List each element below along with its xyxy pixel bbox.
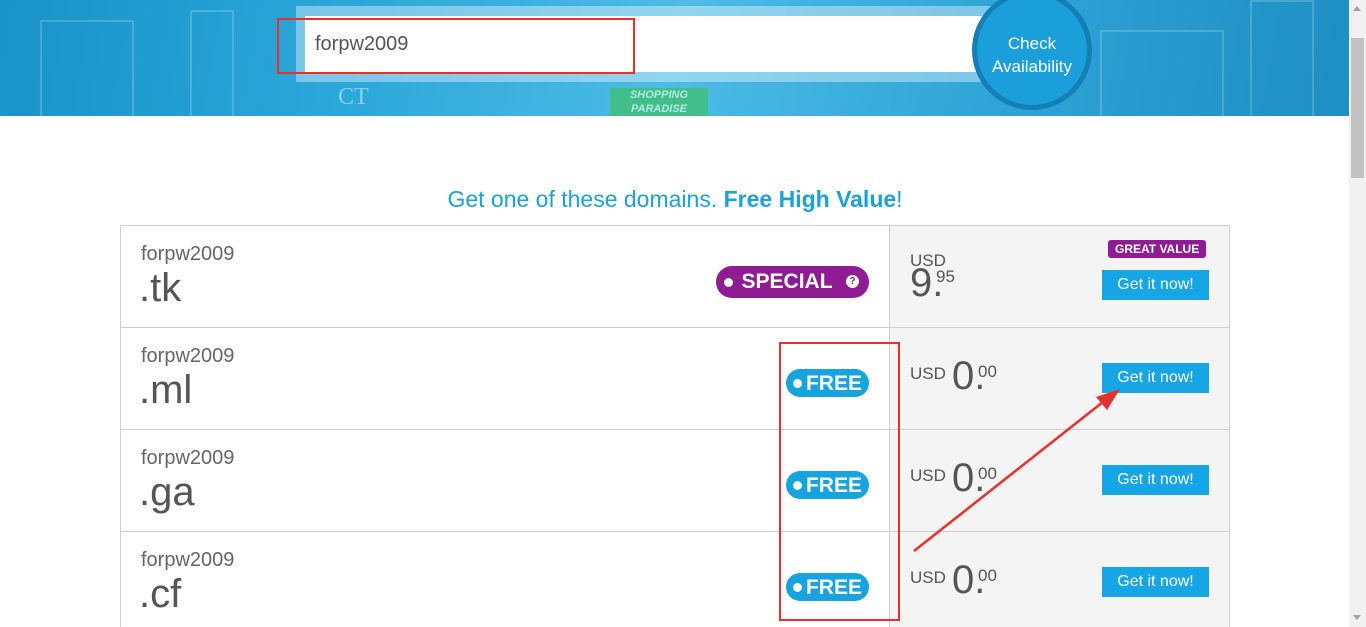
special-badge-label: SPECIAL — [741, 270, 833, 293]
price-currency: USD — [910, 364, 946, 383]
domain-row: forpw2009 .tk SPECIAL ? GREAT VALUE USD … — [120, 226, 1230, 328]
free-badge: FREE — [785, 573, 869, 601]
heading-suffix: ! — [896, 186, 903, 212]
domain-price-cell: GREAT VALUE USD 9. 95 Get it now! — [890, 226, 1229, 327]
domain-row: forpw2009 .ml FREE USD 0. 00 Get it now! — [120, 328, 1230, 430]
scroll-down-arrow-icon[interactable] — [1353, 615, 1361, 620]
heading-highlight: Free High Value — [723, 186, 897, 212]
price-cents: 95 — [936, 267, 955, 286]
domain-price-cell: USD 0. 00 Get it now! — [890, 430, 1229, 531]
free-badge: FREE — [785, 471, 869, 499]
check-button-line2: Availability — [991, 57, 1072, 76]
price-currency: USD — [910, 466, 946, 485]
banner-decoration — [1250, 0, 1314, 116]
free-badge-label: FREE — [805, 576, 862, 599]
domain-info-cell: forpw2009 .tk SPECIAL ? — [121, 226, 890, 327]
dot-icon — [792, 582, 802, 592]
free-badge-label: FREE — [805, 474, 862, 497]
get-it-now-button[interactable]: Get it now! — [1102, 363, 1209, 393]
domain-extension: .ga — [139, 470, 195, 514]
free-badge-label: FREE — [805, 372, 862, 395]
banner-mark: CT — [338, 84, 369, 110]
question-circle-icon[interactable]: ? — [846, 275, 859, 288]
banner-decoration — [190, 10, 234, 116]
domain-info-cell: forpw2009 .ga FREE — [121, 430, 890, 531]
domain-price-cell: USD 0. 00 Get it now! — [890, 532, 1229, 627]
dot-icon — [792, 378, 802, 388]
dot-icon — [792, 480, 802, 490]
domain-name: forpw2009 — [141, 243, 235, 265]
special-badge: SPECIAL ? — [715, 266, 869, 298]
get-it-now-button[interactable]: Get it now! — [1102, 567, 1209, 597]
scrollbar-thumb[interactable] — [1351, 38, 1364, 178]
scroll-up-arrow-icon[interactable] — [1353, 6, 1361, 11]
results-heading: Get one of these domains. Free High Valu… — [120, 186, 1230, 213]
domain-info-cell: forpw2009 .cf FREE — [121, 532, 890, 627]
heading-prefix: Get one of these domains. — [447, 186, 724, 212]
page: CT SHOPPING PARADISE Check Availability … — [0, 0, 1366, 627]
banner-decoration — [1100, 30, 1224, 116]
dot-icon — [723, 277, 733, 287]
domain-extension: .tk — [139, 266, 182, 310]
banner-decoration — [40, 20, 134, 116]
domain-results-table: forpw2009 .tk SPECIAL ? GREAT VALUE USD … — [120, 225, 1230, 627]
free-badge: FREE — [785, 369, 869, 397]
price-currency: USD — [910, 568, 946, 587]
check-button-line1: Check — [1007, 34, 1057, 53]
domain-row: forpw2009 .cf FREE USD 0. 00 Get it now! — [120, 532, 1230, 627]
domain-row: forpw2009 .ga FREE USD 0. 00 Get it now! — [120, 430, 1230, 532]
great-value-ribbon: GREAT VALUE — [1108, 240, 1207, 258]
get-it-now-button[interactable]: Get it now! — [1102, 270, 1209, 300]
price-cents: 00 — [978, 464, 997, 483]
domain-price-cell: USD 0. 00 Get it now! — [890, 328, 1229, 429]
domain-extension: .cf — [139, 572, 182, 616]
get-it-now-button[interactable]: Get it now! — [1102, 465, 1209, 495]
domain-name: forpw2009 — [141, 345, 235, 367]
domain-extension: .ml — [139, 368, 193, 412]
price-cents: 00 — [978, 566, 997, 585]
domain-name: forpw2009 — [141, 549, 235, 571]
banner-badge: SHOPPING PARADISE — [610, 88, 708, 116]
price-cents: 00 — [978, 362, 997, 381]
domain-name: forpw2009 — [141, 447, 235, 469]
domain-info-cell: forpw2009 .ml FREE — [121, 328, 890, 429]
domain-search-input[interactable] — [305, 16, 1005, 72]
